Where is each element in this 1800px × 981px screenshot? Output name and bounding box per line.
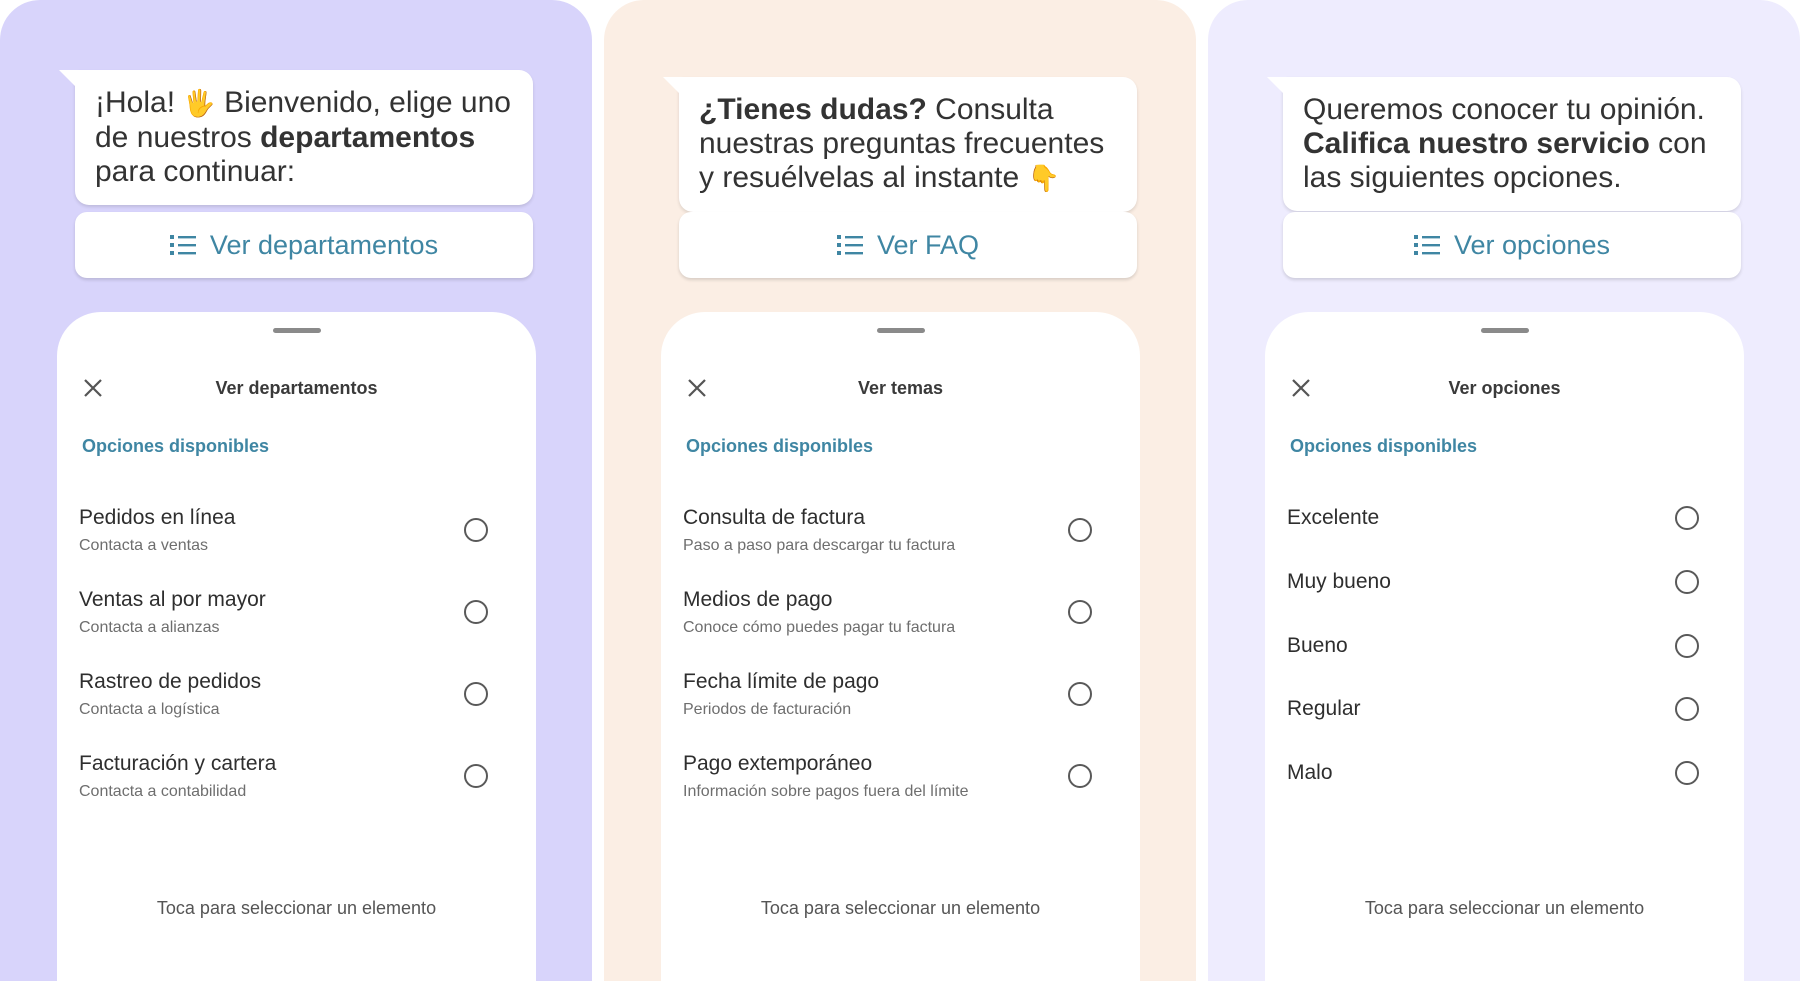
footer-hint: Toca para seleccionar un elemento (760, 898, 1041, 918)
sheet-drag-handle[interactable] (876, 328, 925, 333)
list-icon (836, 235, 863, 255)
sheet-title: Ver opciones (1448, 378, 1561, 398)
bottom-sheet: Ver temas Opciones disponibles Consulta … (661, 312, 1140, 981)
sheet-drag-handle[interactable] (272, 328, 321, 333)
showcase-stage: ¡Hola! 🖐 Bienvenido, elige uno de nuestr… (0, 0, 1800, 981)
item-title: Muy bueno (1287, 570, 1391, 593)
bubble-tail (663, 77, 685, 99)
bubble-text-bold: departamentos (260, 121, 476, 154)
list-item[interactable]: Excelente (1265, 505, 1744, 557)
radio-button[interactable] (1068, 682, 1092, 706)
list-item[interactable]: Rastreo de pedidos Contacta a logística (57, 669, 536, 749)
bubble-text-post: para continuar: (95, 155, 296, 188)
item-subtitle: Periodos de facturación (683, 701, 852, 718)
sheet-drag-handle[interactable] (1480, 328, 1529, 333)
chat-bubble: ¡Hola! 🖐 Bienvenido, elige uno de nuestr… (59, 70, 533, 205)
radio-button[interactable] (1675, 697, 1699, 721)
item-title: Facturación y cartera (79, 752, 277, 775)
ver-faq-button[interactable]: Ver FAQ (679, 212, 1137, 278)
footer-hint: Toca para seleccionar un elemento (1364, 898, 1645, 918)
item-subtitle: Contacta a alianzas (79, 619, 220, 636)
radio-button[interactable] (1068, 764, 1092, 788)
item-title: Rastreo de pedidos (79, 670, 262, 693)
radio-button[interactable] (1675, 570, 1699, 594)
panel-faq: ¿Tienes dudas? Consulta nuestras pregunt… (604, 0, 1196, 981)
list-item[interactable]: Consulta de factura Paso a paso para des… (661, 505, 1140, 585)
list-item[interactable]: Muy bueno (1265, 569, 1744, 621)
bubble-text-bold: Califica nuestro servicio (1303, 127, 1650, 160)
list-item[interactable]: Facturación y cartera Contacta a contabi… (57, 751, 536, 831)
item-title: Pedidos en línea (79, 506, 236, 529)
radio-button[interactable] (1675, 761, 1699, 785)
list-item[interactable]: Regular (1265, 696, 1744, 748)
radio-button[interactable] (1068, 600, 1092, 624)
item-subtitle: Conoce cómo puedes pagar tu factura (683, 619, 956, 636)
button-label: Ver FAQ (876, 229, 980, 260)
item-title: Pago extemporáneo (683, 752, 873, 775)
item-title: Regular (1287, 697, 1361, 720)
section-label: Opciones disponibles (686, 436, 874, 456)
sheet-title: Ver departamentos (215, 378, 378, 398)
section-label: Opciones disponibles (1290, 436, 1478, 456)
pointing-down-icon: 👇 (1027, 164, 1060, 194)
bubble-text-pre: ¡Hola! (95, 86, 184, 119)
button-label: Ver opciones (1453, 229, 1611, 260)
bottom-sheet: Ver opciones Opciones disponibles Excele… (1265, 312, 1744, 981)
bubble-text-bold: ¿Tienes dudas? (699, 93, 927, 126)
button-label: Ver departamentos (209, 229, 439, 260)
radio-button[interactable] (464, 518, 488, 542)
list-icon (169, 235, 196, 255)
item-subtitle: Contacta a ventas (79, 537, 208, 554)
item-title: Excelente (1287, 506, 1380, 529)
bubble-text-pre: Queremos conocer tu opinión. (1303, 93, 1705, 126)
radio-button[interactable] (1675, 506, 1699, 530)
panel-opciones: Queremos conocer tu opinión. Califica nu… (1208, 0, 1800, 981)
bottom-sheet: Ver departamentos Opciones disponibles P… (57, 312, 536, 981)
section-label: Opciones disponibles (82, 436, 270, 456)
waving-hand-icon: 🖐 (183, 89, 216, 119)
ver-departamentos-button[interactable]: Ver departamentos (75, 212, 533, 278)
item-title: Fecha límite de pago (683, 670, 880, 693)
footer-hint: Toca para seleccionar un elemento (156, 898, 437, 918)
item-title: Bueno (1287, 634, 1348, 657)
chat-bubble: Queremos conocer tu opinión. Califica nu… (1267, 77, 1741, 211)
item-title: Malo (1287, 761, 1333, 784)
list-icon (1413, 235, 1440, 255)
item-title: Medios de pago (683, 588, 833, 611)
item-subtitle: Contacta a contabilidad (79, 783, 247, 800)
radio-button[interactable] (464, 600, 488, 624)
item-subtitle: Contacta a logística (79, 701, 220, 718)
item-subtitle: Información sobre pagos fuera del límite (683, 783, 969, 800)
radio-button[interactable] (1675, 634, 1699, 658)
list-item[interactable]: Bueno (1265, 633, 1744, 685)
list-item[interactable]: Pedidos en línea Contacta a ventas (57, 505, 536, 585)
list-item[interactable]: Ventas al por mayor Contacta a alianzas (57, 587, 536, 667)
item-title: Consulta de factura (683, 506, 866, 529)
sheet-title: Ver temas (857, 378, 944, 398)
radio-button[interactable] (464, 764, 488, 788)
radio-button[interactable] (464, 682, 488, 706)
list-item[interactable]: Pago extemporáneo Información sobre pago… (661, 751, 1140, 831)
list-item[interactable]: Medios de pago Conoce cómo puedes pagar … (661, 587, 1140, 667)
panel-departamentos: ¡Hola! 🖐 Bienvenido, elige uno de nuestr… (0, 0, 592, 981)
bubble-tail (1267, 77, 1289, 99)
chat-bubble: ¿Tienes dudas? Consulta nuestras pregunt… (663, 77, 1137, 212)
list-item[interactable]: Fecha límite de pago Periodos de factura… (661, 669, 1140, 749)
item-title: Ventas al por mayor (79, 588, 266, 611)
list-item[interactable]: Malo (1265, 760, 1744, 812)
ver-opciones-button[interactable]: Ver opciones (1283, 212, 1741, 278)
bubble-tail (59, 70, 81, 92)
item-subtitle: Paso a paso para descargar tu factura (683, 537, 956, 554)
radio-button[interactable] (1068, 518, 1092, 542)
